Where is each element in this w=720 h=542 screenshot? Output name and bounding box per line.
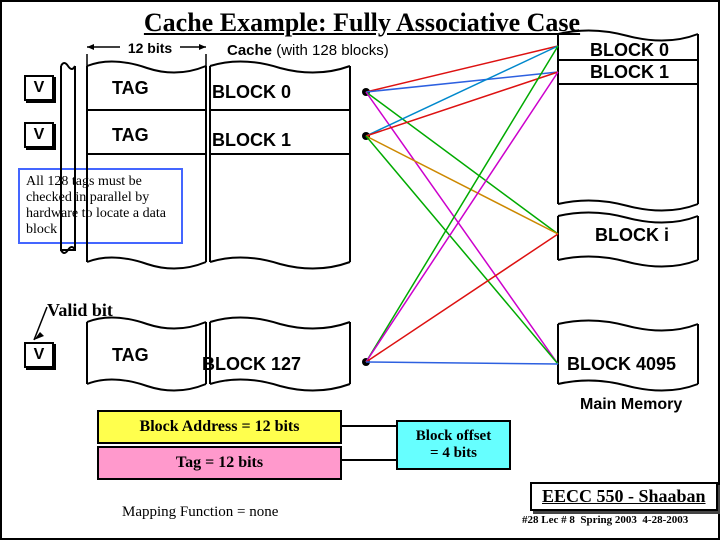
valid-bit-1: V	[24, 122, 54, 148]
mem-block-i: BLOCK i	[595, 225, 669, 246]
mem-block-4095: BLOCK 4095	[567, 354, 676, 375]
tag-0: TAG	[112, 78, 149, 99]
note-parallel-check: All 128 tags must be checked in parallel…	[18, 168, 183, 244]
valid-bit-127: V	[24, 342, 54, 368]
slide-frame: Cache Example: Fully Associative Case 12…	[0, 0, 720, 540]
block-address-box: Block Address = 12 bits	[97, 410, 342, 444]
mapping-function: Mapping Function = none	[122, 504, 278, 521]
slide-title: Cache Example: Fully Associative Case	[2, 4, 720, 38]
tag-box: Tag = 12 bits	[97, 446, 342, 480]
offset-box: Block offset= 4 bits	[396, 420, 511, 470]
tag-127: TAG	[112, 345, 149, 366]
cache-block-0: BLOCK 0	[212, 82, 291, 103]
mem-block-1: BLOCK 1	[590, 62, 669, 83]
tag-1: TAG	[112, 125, 149, 146]
cache-size-label: Cache (with 128 blocks)	[227, 42, 389, 59]
cache-block-1: BLOCK 1	[212, 130, 291, 151]
main-memory-label: Main Memory	[580, 396, 682, 414]
cache-block-127: BLOCK 127	[202, 354, 301, 375]
valid-bit-label: Valid bit	[47, 300, 113, 321]
tag-width-label: 12 bits	[120, 40, 180, 56]
footer-info: #28 Lec # 8 Spring 2003 4-28-2003	[522, 514, 688, 526]
valid-bit-0: V	[24, 75, 54, 101]
course-box: EECC 550 - Shaaban	[530, 482, 718, 511]
mem-block-0: BLOCK 0	[590, 40, 669, 61]
